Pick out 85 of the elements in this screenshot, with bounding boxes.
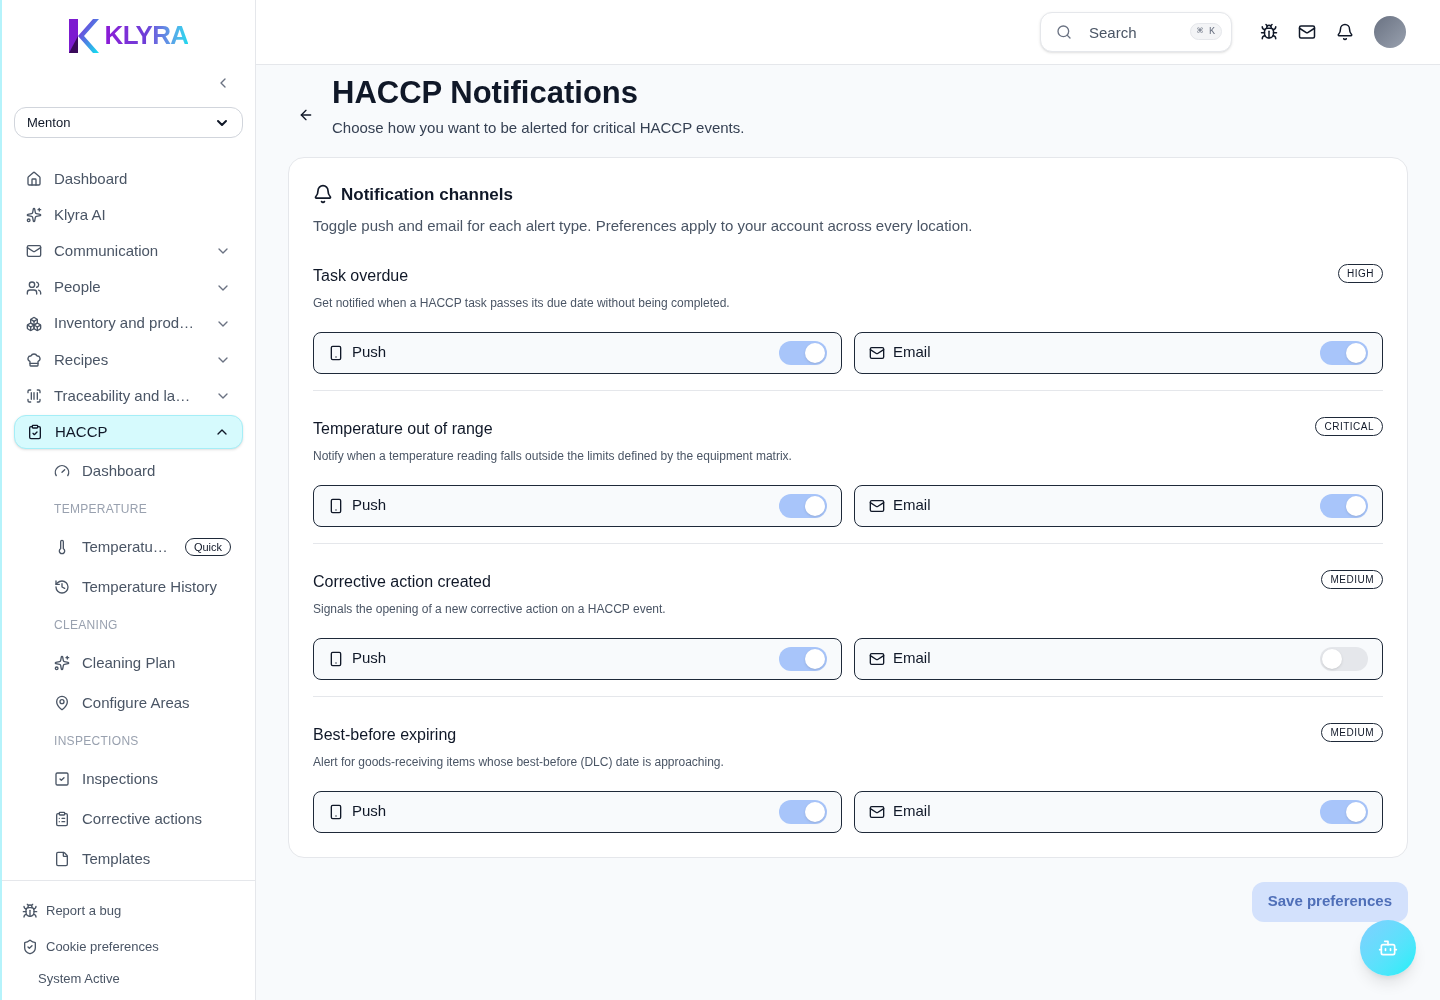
back-arrow-icon — [298, 107, 314, 123]
bell-icon[interactable] — [1336, 23, 1354, 41]
section-heading: INSPECTIONS — [53, 733, 140, 751]
toggle-switch[interactable] — [779, 493, 827, 518]
document-icon — [54, 851, 70, 868]
sidebar-item[interactable]: Inventory and prod… — [14, 306, 243, 341]
toggle-switch[interactable] — [779, 646, 827, 671]
mail-icon[interactable] — [1298, 23, 1316, 41]
alert-title: Temperature out of range — [313, 418, 493, 439]
sparkles-icon — [54, 655, 70, 672]
toggle-switch[interactable] — [779, 799, 827, 824]
sidebar-item[interactable]: HACCP — [14, 415, 243, 450]
phone-icon — [328, 497, 344, 514]
bug-icon[interactable] — [1260, 23, 1278, 41]
sidebar-subitem[interactable]: Corrective actions — [14, 799, 243, 840]
toggle-switch[interactable] — [1320, 493, 1368, 518]
sidebar-subitem[interactable]: Configure Areas — [14, 683, 243, 724]
page-title: HACCP Notifications — [332, 74, 639, 112]
bell-icon — [313, 184, 333, 205]
alert-description: Notify when a temperature reading falls outside the limits defined by the equipment matrix. — [313, 447, 793, 465]
toggle-switch[interactable] — [1320, 799, 1368, 824]
section-heading: TEMPERATURE — [53, 501, 149, 519]
sparkles-icon — [26, 207, 42, 224]
page-subtitle: Choose how you want to be alerted for critical HACCP events. — [332, 118, 745, 138]
card-description: Toggle push and email for each alert type. Preferences apply to your account across every location. — [313, 216, 974, 236]
sidebar-item[interactable]: Dashboard — [14, 162, 243, 197]
channel-option[interactable]: Push — [313, 331, 842, 374]
channel-option[interactable]: Push — [313, 484, 842, 527]
phone-icon — [328, 650, 344, 667]
envelope-icon — [869, 497, 885, 514]
alert-description: Alert for goods-receiving items whose best-before (DLC) date is approaching. — [313, 753, 725, 771]
search-icon — [1056, 24, 1072, 40]
toggle-switch[interactable] — [779, 340, 827, 365]
boxes-icon — [26, 315, 42, 332]
sidebar-subitem[interactable]: Temperatu… Quick — [14, 527, 243, 568]
toggle-switch[interactable] — [1320, 646, 1368, 671]
footer-link[interactable]: Report a bug — [22, 892, 235, 929]
phone-icon — [328, 344, 344, 361]
phone-icon — [328, 803, 344, 820]
sidebar-item[interactable]: Recipes — [14, 342, 243, 377]
people-icon — [26, 279, 42, 296]
envelope-icon — [869, 803, 885, 820]
logo-icon — [68, 18, 99, 53]
checkbox-icon — [54, 771, 70, 788]
alert-description: Signals the opening of a new corrective action on a HACCP event. — [313, 600, 667, 618]
robot-icon — [1378, 938, 1398, 958]
envelope-icon — [26, 243, 42, 260]
card-title: Notification channels — [341, 183, 513, 206]
channel-option[interactable]: Email — [854, 331, 1383, 374]
sidebar-subitem[interactable]: Templates — [14, 839, 243, 880]
toggle-switch[interactable] — [1320, 340, 1368, 365]
channel-option[interactable]: Email — [854, 637, 1383, 680]
alert-title: Corrective action created — [313, 571, 491, 592]
chef-hat-icon — [26, 351, 42, 368]
history-icon — [54, 579, 70, 596]
barcode-scan-icon — [26, 388, 42, 404]
shield-check-icon — [22, 938, 38, 955]
sidebar-subitem[interactable]: Temperature History — [14, 567, 243, 608]
sidebar-subitem[interactable]: Cleaning Plan — [14, 643, 243, 684]
alert-description: Get notified when a HACCP task passes its due date without being completed. — [313, 294, 731, 312]
avatar[interactable] — [1374, 16, 1406, 48]
channel-option[interactable]: Email — [854, 484, 1383, 527]
clipboard-check-icon — [27, 424, 43, 441]
map-pin-icon — [54, 695, 70, 712]
alert-title: Best-before expiring — [313, 724, 457, 745]
sidebar-subitem[interactable]: Inspections — [14, 759, 243, 800]
bug-icon — [22, 902, 38, 919]
location-select[interactable]: Menton — [14, 107, 243, 138]
channel-option[interactable]: Push — [313, 790, 842, 833]
channel-option[interactable]: Push — [313, 637, 842, 680]
assistant-button[interactable] — [1360, 920, 1416, 976]
clipboard-list-icon — [54, 811, 70, 828]
system-status: System Active — [37, 969, 121, 988]
envelope-icon — [869, 344, 885, 361]
sidebar-item[interactable]: Klyra AI — [14, 198, 243, 233]
alert-title: Task overdue — [313, 265, 409, 286]
sidebar-item[interactable]: People — [14, 270, 243, 305]
envelope-icon — [869, 650, 885, 667]
sidebar-item[interactable]: Communication — [14, 234, 243, 269]
house-icon — [26, 171, 42, 188]
sidebar-item[interactable]: Traceability and la… — [14, 378, 243, 414]
section-heading: CLEANING — [53, 617, 119, 635]
channel-option[interactable]: Email — [854, 790, 1383, 833]
sidebar-subitem[interactable]: Dashboard — [14, 451, 243, 492]
footer-link[interactable]: Cookie preferences — [22, 928, 235, 965]
